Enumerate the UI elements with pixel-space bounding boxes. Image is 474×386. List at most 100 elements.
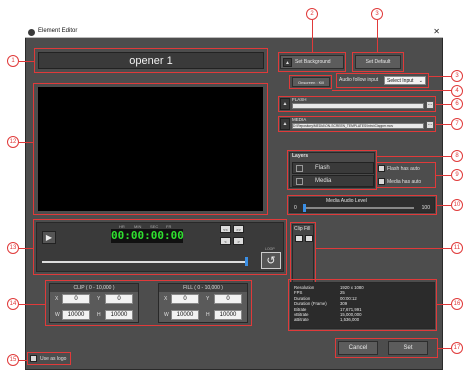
audio-level-min: 0 [294,205,297,211]
marker-2: 2 [306,8,318,20]
loop-button[interactable]: ↺ [261,252,281,269]
media-label: MEDIA [292,117,307,122]
layer-item-media[interactable]: Media [292,175,374,187]
fill-h-label: H [206,312,210,318]
clip-toggle-button[interactable] [295,235,303,242]
rewind-button[interactable]: << [220,225,231,233]
loop-label: LOOP [265,247,275,251]
timeline-track[interactable] [42,261,246,263]
clip-h-input[interactable]: 10000 [105,310,133,320]
leader-1 [19,61,34,62]
marker-8: 8 [451,150,463,162]
info-row-abitrate: aBitrate 1,536,000 [294,317,360,323]
arrow-up-icon: ▲ [283,57,292,67]
leader-16 [437,304,451,305]
marker-7: 7 [451,118,463,130]
marker-3a: 3 [371,8,383,20]
fill-x-input[interactable]: 0 [171,294,199,304]
fill-w-input[interactable]: 10000 [171,310,199,320]
leader-12 [19,142,33,143]
flash-auto-checkbox[interactable] [378,165,385,172]
play-button[interactable]: ▶ [42,231,56,244]
clip-h-label: H [97,312,101,318]
window-title: Element Editor [38,28,78,34]
flash-expand-icon[interactable]: ▲ [280,98,290,110]
leader-2 [312,20,313,52]
set-button[interactable]: Set [388,341,428,355]
element-name-field[interactable]: opener 1 [38,52,264,69]
media-auto-checkbox[interactable] [378,178,385,185]
forward-button[interactable]: >> [233,225,244,233]
marker-15: 15 [7,354,19,366]
fill-h-input[interactable]: 10000 [214,310,242,320]
audio-level-max: 100 [421,205,430,211]
marker-6: 6 [451,98,463,110]
clip-x-input[interactable]: 0 [62,294,90,304]
layer-item-flash[interactable]: Flash [292,162,374,174]
clip-w-input[interactable]: 10000 [62,310,90,320]
step-back-button[interactable]: < [220,237,231,245]
grid-icon [296,178,303,185]
use-as-logo-checkbox[interactable] [30,355,37,362]
marker-4: 4 [451,85,463,97]
timecode-display: 00:00:00:00 [111,229,184,243]
marker-17: 17 [451,342,463,354]
layer-label-flash: Flash [315,165,330,171]
marker-9: 9 [451,169,463,181]
audio-level-thumb[interactable] [303,204,306,212]
media-browse-button[interactable]: ... [426,121,434,129]
clip-panel: CLIP ( 0 - 10,000 ) X 0 Y 0 W 10000 H 10… [49,283,139,323]
set-default-button[interactable]: Set Default [355,55,401,69]
leader-6 [436,104,451,105]
marker-13: 13 [7,242,19,254]
title-bar: Element Editor ✕ [25,27,443,38]
media-auto-label: Media has auto [387,179,422,185]
transport-panel: ▶ HR MIN SEC FR 00:00:00:00 << >> < > LO… [36,222,284,272]
leader-14 [19,304,45,305]
close-icon[interactable]: ✕ [433,27,440,36]
marker-1: 1 [7,55,19,67]
fill-y-label: Y [206,296,210,302]
leader-4 [332,90,451,91]
video-preview [38,87,263,211]
audio-level-panel: Media Audio Level 0 100 [289,197,435,213]
fill-y-input[interactable]: 0 [214,294,242,304]
cancel-button[interactable]: Cancel [338,341,378,355]
clip-fill-label: Clip Fill [294,226,311,232]
step-forward-button[interactable]: > [233,237,244,245]
clip-fill-panel: Clip Fill [292,224,314,286]
marker-12: 12 [7,136,19,148]
use-as-logo-label: Use as logo [40,356,67,362]
marker-14: 14 [7,298,19,310]
fill-toggle-button[interactable] [305,235,313,242]
audio-follow-label: Audio follow input [339,77,379,83]
clip-x-label: X [55,296,59,302]
flash-browse-button[interactable]: ... [426,101,434,109]
onscreen-kill-button[interactable]: Onscreen : Kill [292,77,330,87]
leader-9 [436,175,451,176]
media-expand-icon[interactable]: ▲ [280,118,290,130]
media-path-field[interactable]: D:\Repository\MEDIA\ON-SCREEN_TEMPLATES\… [292,123,424,129]
clip-y-input[interactable]: 0 [105,294,133,304]
leader-11 [316,248,451,249]
timeline-thumb[interactable] [245,257,248,266]
set-background-button[interactable]: ▲ Set Background [280,55,344,69]
clip-w-label: W [55,312,60,318]
marker-16: 16 [451,298,463,310]
media-row: ▲ MEDIA D:\Repository\MEDIA\ON-SCREEN_TE… [280,117,434,130]
layers-title: Layers [292,153,309,159]
app-icon [28,29,35,36]
flash-path-field[interactable] [292,103,424,109]
set-background-label: Set Background [295,59,331,65]
clip-title: CLIP ( 0 - 10,000 ) [50,284,138,292]
leader-8 [377,156,451,157]
audio-level-track[interactable] [304,207,414,209]
media-info-panel: Resolution 1920 x 1080 FPS 25 Duration 00:0… [290,282,435,329]
marker-3b: 3 [451,70,463,82]
layer-label-media: Media [315,178,332,184]
leader-3a [377,20,378,52]
leader-7 [436,124,451,125]
audio-follow-select[interactable]: Select Input ⌄ [384,76,426,85]
flash-row: ▲ FLASH ... [280,97,434,110]
leader-17 [438,348,451,349]
